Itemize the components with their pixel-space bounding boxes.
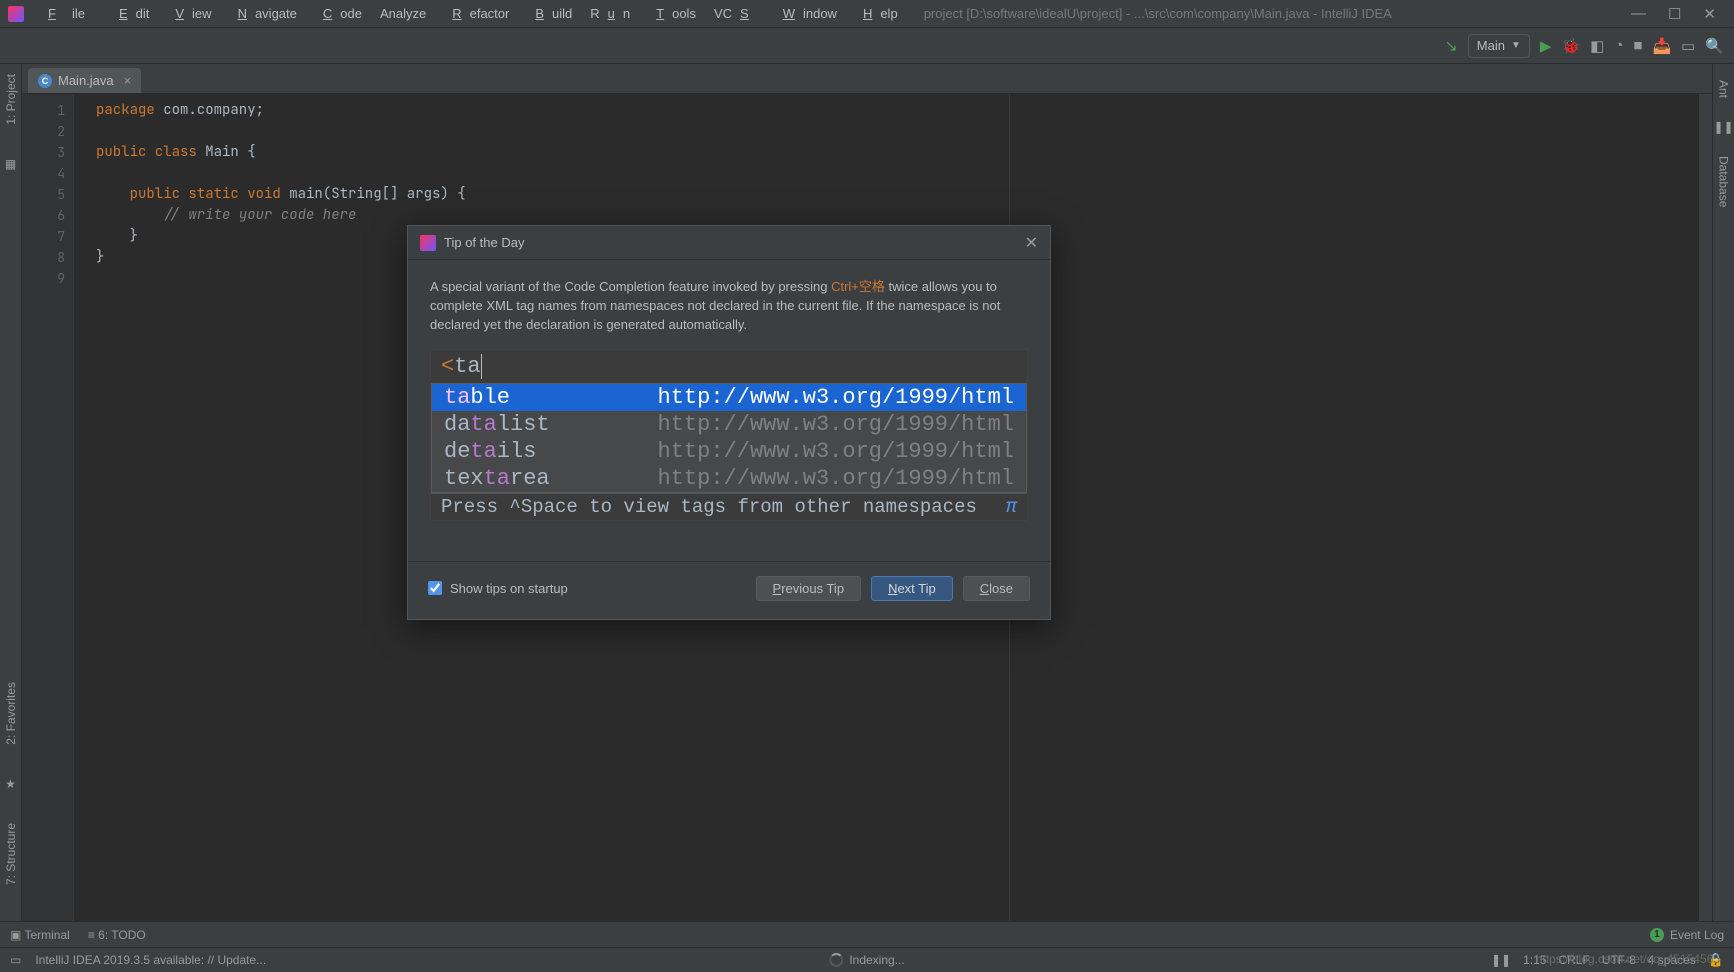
close-tab-icon[interactable]: × bbox=[124, 73, 132, 88]
previous-tip-button[interactable]: Previous Tip bbox=[756, 576, 862, 601]
statusbar: ▭ IntelliJ IDEA 2019.3.5 available: // U… bbox=[0, 947, 1734, 972]
menu-help[interactable]: Help bbox=[847, 3, 906, 24]
database-tool-tab[interactable]: Database bbox=[1715, 150, 1733, 213]
show-tips-checkbox-input[interactable] bbox=[428, 581, 442, 595]
run-icon[interactable]: ▶ bbox=[1540, 37, 1552, 55]
tip-of-day-dialog: Tip of the Day ✕ A special variant of th… bbox=[407, 225, 1051, 620]
stop-icon[interactable]: ■ bbox=[1633, 37, 1642, 54]
spinner-icon bbox=[829, 953, 843, 967]
ant-tool-tab[interactable]: Ant bbox=[1715, 74, 1733, 104]
terminal-tab[interactable]: ▣ Terminal bbox=[10, 928, 70, 942]
completion-item[interactable]: detailshttp://www.w3.org/1999/html bbox=[432, 438, 1026, 465]
line-number-gutter: 123 456 789 bbox=[22, 94, 74, 921]
pause-status-icon[interactable]: ❚❚ bbox=[1491, 953, 1511, 967]
dialog-title: Tip of the Day bbox=[444, 235, 1025, 250]
menu-build[interactable]: Build bbox=[519, 3, 580, 24]
app-icon bbox=[8, 6, 24, 22]
tool-windows-icon[interactable]: ▭ bbox=[10, 953, 21, 967]
tip-illustration: <ta tablehttp://www.w3.org/1999/htmldata… bbox=[430, 349, 1028, 521]
watermark-text: https://blog.csdn.net/qq_45154565 bbox=[1536, 952, 1720, 966]
menu-analyze[interactable]: Analyze bbox=[372, 3, 434, 24]
run-config-label: Main bbox=[1477, 38, 1505, 53]
menu-file[interactable]: File bbox=[32, 3, 101, 24]
menu-view[interactable]: View bbox=[159, 3, 219, 24]
menu-edit[interactable]: Edit bbox=[103, 3, 157, 24]
menu-tools[interactable]: Tools bbox=[640, 3, 704, 24]
event-log-badge: 1 bbox=[1650, 928, 1664, 942]
menu-code[interactable]: Code bbox=[307, 3, 370, 24]
java-class-icon: C bbox=[38, 74, 52, 88]
structure-tool-tab[interactable]: 7: Structure bbox=[2, 817, 20, 891]
run-config-selector[interactable]: Main ▼ bbox=[1468, 34, 1530, 58]
todo-tab[interactable]: ≡ 6: TODO bbox=[88, 928, 146, 942]
right-tool-window-bar: Ant ❚❚ Database bbox=[1712, 64, 1734, 921]
app-icon bbox=[420, 235, 436, 251]
next-tip-button[interactable]: Next Tip bbox=[871, 576, 953, 601]
status-center: Indexing... bbox=[829, 953, 904, 967]
menubar: File Edit View Navigate Code Analyze Ref… bbox=[32, 3, 906, 24]
status-message[interactable]: IntelliJ IDEA 2019.3.5 available: // Upd… bbox=[35, 953, 266, 967]
search-everywhere-icon[interactable]: 🔍 bbox=[1705, 37, 1724, 55]
menu-refactor[interactable]: Refactor bbox=[436, 3, 517, 24]
update-project-icon[interactable]: 📥 bbox=[1652, 37, 1671, 55]
coverage-icon[interactable]: ◧ bbox=[1590, 37, 1604, 55]
editor-tab-main[interactable]: C Main.java × bbox=[28, 68, 141, 93]
tip-text: A special variant of the Code Completion… bbox=[430, 278, 1028, 335]
build-arrow-icon[interactable]: ↘ bbox=[1444, 36, 1457, 56]
indexing-label: Indexing... bbox=[849, 953, 904, 967]
minimize-icon[interactable]: ― bbox=[1631, 5, 1646, 23]
dialog-close-icon[interactable]: ✕ bbox=[1025, 233, 1038, 253]
close-window-icon[interactable]: ✕ bbox=[1703, 5, 1716, 23]
left-tool-window-bar: 1: Project ▦ 2: Favorites ★ 7: Structure bbox=[0, 64, 22, 921]
editor-tabstrip: C Main.java × bbox=[22, 64, 1712, 94]
project-tool-icon[interactable]: ▦ bbox=[3, 151, 18, 177]
project-tool-tab[interactable]: 1: Project bbox=[2, 68, 20, 131]
editor-tab-label: Main.java bbox=[58, 73, 114, 88]
profile-icon[interactable]: ◔ bbox=[1614, 37, 1623, 54]
favorites-tool-tab[interactable]: 2: Favorites bbox=[2, 676, 20, 751]
bottom-tool-window-bar: ▣ Terminal ≡ 6: TODO 1 Event Log bbox=[0, 921, 1734, 947]
menu-vcs[interactable]: VCS bbox=[706, 3, 765, 24]
event-log-tab[interactable]: 1 Event Log bbox=[1650, 928, 1724, 942]
editor-scrollbar[interactable] bbox=[1698, 94, 1712, 921]
completion-item[interactable]: datalisthttp://www.w3.org/1999/html bbox=[432, 411, 1026, 438]
menu-run[interactable]: Run bbox=[582, 3, 638, 24]
title-path: project [D:\software\idealU\project] - .… bbox=[924, 6, 1631, 21]
pause-icon[interactable]: ❚❚ bbox=[1711, 114, 1734, 140]
toolbar: ↘ Main ▼ ▶ 🐞 ◧ ◔ ■ 📥 ▭ 🔍 bbox=[0, 28, 1734, 64]
debug-icon[interactable]: 🐞 bbox=[1561, 37, 1580, 55]
chevron-down-icon: ▼ bbox=[1511, 40, 1521, 51]
close-dialog-button[interactable]: Close bbox=[963, 576, 1030, 601]
menu-navigate[interactable]: Navigate bbox=[222, 3, 305, 24]
project-structure-icon[interactable]: ▭ bbox=[1681, 37, 1695, 55]
titlebar: File Edit View Navigate Code Analyze Ref… bbox=[0, 0, 1734, 28]
favorites-star-icon[interactable]: ★ bbox=[3, 771, 18, 797]
show-tips-checkbox[interactable]: Show tips on startup bbox=[428, 581, 746, 596]
maximize-icon[interactable]: ☐ bbox=[1668, 5, 1681, 23]
completion-item[interactable]: tablehttp://www.w3.org/1999/html bbox=[432, 384, 1026, 411]
completion-item[interactable]: textareahttp://www.w3.org/1999/html bbox=[432, 465, 1026, 492]
menu-window[interactable]: Window bbox=[767, 3, 845, 24]
